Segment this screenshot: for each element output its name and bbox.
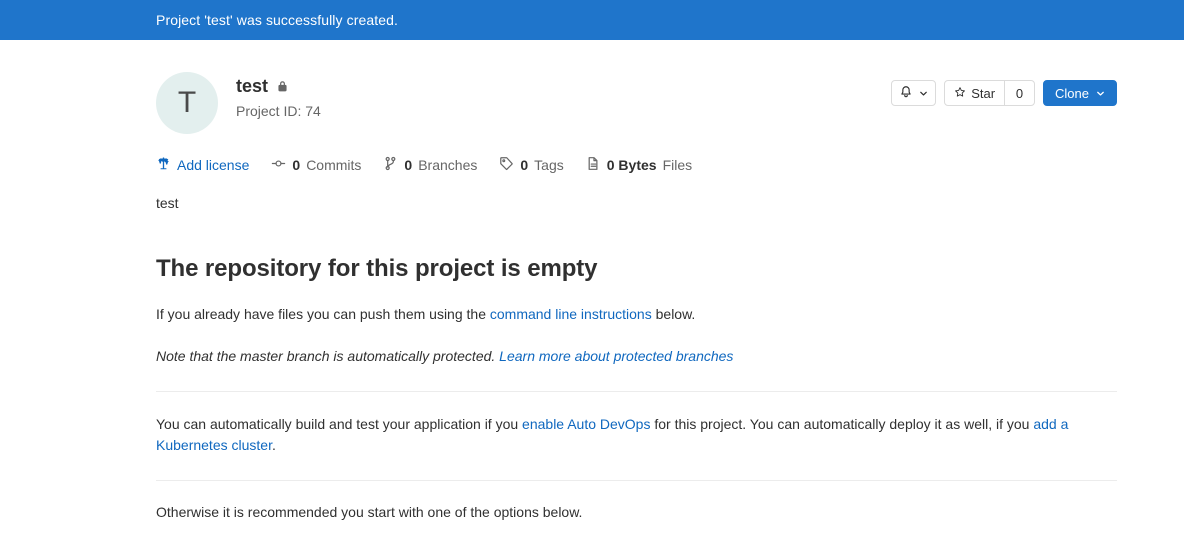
stat-add-license[interactable]: Add license xyxy=(156,156,249,174)
project-avatar: T xyxy=(156,72,218,134)
stat-label: Add license xyxy=(177,157,250,173)
clone-label: Clone xyxy=(1055,85,1089,101)
project-description: test xyxy=(156,195,179,211)
stat-count: 0 xyxy=(520,157,529,173)
autodevops-text-middle: for this project. You can automatically … xyxy=(650,416,1034,432)
autodevops-text-before: You can automatically build and test you… xyxy=(156,416,523,432)
page-content: T test Project ID: 74 Star 0 Clone Add l… xyxy=(0,40,1184,542)
stat-commits[interactable]: 0 Commits xyxy=(271,156,361,174)
protected-note-text: Note that the master branch is automatic… xyxy=(156,348,500,364)
star-label: Star xyxy=(971,85,996,101)
autodevops-paragraph: You can automatically build and test you… xyxy=(156,414,1117,456)
stat-files[interactable]: 0 Bytes Files xyxy=(586,156,692,174)
push-instructions-paragraph: If you already have files you can push t… xyxy=(156,304,1117,325)
commit-icon xyxy=(271,156,286,174)
empty-repo-title: The repository for this project is empty xyxy=(156,255,598,282)
stat-label: Tags xyxy=(534,157,564,173)
page-title: test xyxy=(236,76,269,96)
command-line-instructions-link[interactable]: command line instructions xyxy=(490,306,652,322)
push-text-before: If you already have files you can push t… xyxy=(156,306,490,322)
chevron-down-icon xyxy=(1096,86,1105,101)
project-id: Project ID: 74 xyxy=(236,102,321,119)
avatar-initial: T xyxy=(177,86,197,119)
otherwise-paragraph: Otherwise it is recommended you start wi… xyxy=(156,504,583,520)
autodevops-text-after: . xyxy=(271,437,276,453)
lock-icon xyxy=(276,80,289,93)
flash-success-banner: Project 'test' was successfully created. xyxy=(0,0,1184,40)
star-button[interactable]: Star xyxy=(945,81,1004,105)
enable-auto-devops-link[interactable]: enable Auto DevOps xyxy=(522,416,650,432)
autodevops-section: You can automatically build and test you… xyxy=(156,392,1117,456)
document-icon xyxy=(586,156,601,174)
project-header-actions: Star 0 Clone xyxy=(891,67,1117,106)
clone-button[interactable]: Clone xyxy=(1043,80,1117,106)
scale-icon xyxy=(156,156,171,174)
push-text-after: below. xyxy=(651,306,696,322)
tag-icon xyxy=(499,156,514,174)
project-meta: test Project ID: 74 xyxy=(236,67,891,119)
bell-icon xyxy=(899,85,913,102)
project-title-row: test xyxy=(236,76,891,98)
stat-branches[interactable]: 0 Branches xyxy=(383,156,477,174)
flash-message: Project 'test' was successfully created. xyxy=(156,12,398,28)
project-stats-row: Add license 0 Commits 0 Branches 0 Tags … xyxy=(156,156,1117,174)
protected-branches-link[interactable]: Learn more about protected branches xyxy=(499,348,733,364)
star-button-group: Star 0 xyxy=(944,80,1036,106)
stat-label: Branches xyxy=(418,157,478,173)
star-count[interactable]: 0 xyxy=(1004,81,1034,105)
star-icon xyxy=(954,86,966,101)
project-header: T test Project ID: 74 Star 0 Clone xyxy=(156,40,1117,134)
stat-label: Commits xyxy=(306,157,362,173)
stat-count: 0 xyxy=(404,157,413,173)
protected-branch-paragraph: Note that the master branch is automatic… xyxy=(156,346,1117,367)
divider-bottom xyxy=(156,480,1117,481)
branch-icon xyxy=(383,156,398,174)
stat-label: Files xyxy=(662,157,693,173)
chevron-down-icon xyxy=(919,86,928,101)
stat-count: 0 Bytes xyxy=(606,157,657,173)
stat-count: 0 xyxy=(292,157,301,173)
stat-tags[interactable]: 0 Tags xyxy=(499,156,564,174)
notification-dropdown-button[interactable] xyxy=(891,80,937,106)
